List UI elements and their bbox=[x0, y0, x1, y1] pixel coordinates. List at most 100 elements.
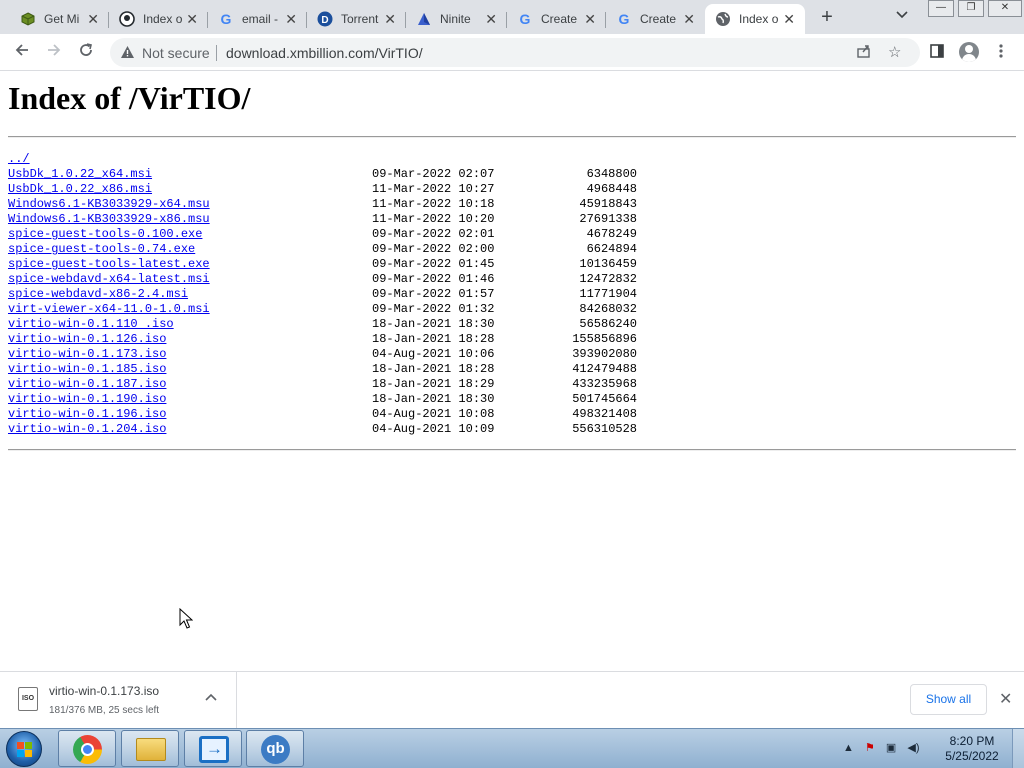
close-tab-icon[interactable]: ✕ bbox=[384, 11, 396, 27]
close-tab-icon[interactable]: ✕ bbox=[285, 11, 297, 27]
download-item[interactable]: ISO virtio-win-0.1.173.iso 181/376 MB, 2… bbox=[0, 672, 237, 728]
file-date: 09-Mar-2022 02:07 bbox=[372, 167, 495, 181]
google-icon: G bbox=[220, 11, 232, 27]
windows-logo-icon bbox=[17, 742, 33, 758]
svg-text:D: D bbox=[321, 15, 328, 26]
network-icon[interactable]: ▣ bbox=[886, 742, 896, 754]
close-tab-icon[interactable]: ✕ bbox=[87, 11, 99, 27]
file-date: 18-Jan-2021 18:29 bbox=[372, 377, 495, 391]
download-shelf: ISO virtio-win-0.1.173.iso 181/376 MB, 2… bbox=[0, 671, 1024, 728]
tab-5[interactable]: G Create ✕ bbox=[507, 4, 606, 34]
google-icon: G bbox=[618, 11, 630, 27]
file-link[interactable]: virtio-win-0.1.110 .iso bbox=[8, 317, 174, 332]
close-tab-icon[interactable]: ✕ bbox=[584, 11, 596, 27]
qbittorrent-icon: qb bbox=[261, 735, 290, 764]
close-tab-icon[interactable]: ✕ bbox=[485, 11, 497, 27]
remote-app-icon bbox=[199, 736, 229, 763]
new-tab-button[interactable]: + bbox=[816, 6, 838, 28]
bottom-divider bbox=[8, 449, 1016, 451]
tab-title: Create bbox=[640, 12, 677, 26]
file-link[interactable]: spice-webdavd-x64-latest.msi bbox=[8, 272, 210, 287]
page-title: Index of /VirTIO/ bbox=[8, 80, 251, 116]
file-link[interactable]: spice-guest-tools-0.100.exe bbox=[8, 227, 202, 242]
tab-search-chevron-icon[interactable] bbox=[896, 8, 908, 22]
tab-title: Create bbox=[541, 12, 578, 26]
tab-4[interactable]: Ninite ✕ bbox=[406, 4, 507, 34]
share-icon[interactable] bbox=[856, 43, 872, 63]
taskbar: qb ▲ ⚑ ▣ ◀) 8:20 PM 5/25/2022 bbox=[0, 728, 1024, 768]
file-link[interactable]: spice-guest-tools-0.74.exe bbox=[8, 242, 195, 257]
file-link[interactable]: virtio-win-0.1.196.iso bbox=[8, 407, 166, 422]
ninite-icon bbox=[416, 11, 432, 27]
file-size: 498321408 bbox=[572, 407, 637, 421]
show-desktop-button[interactable] bbox=[1012, 729, 1024, 768]
file-date: 09-Mar-2022 01:46 bbox=[372, 272, 495, 286]
show-all-button[interactable]: Show all bbox=[910, 684, 987, 715]
tab-1[interactable]: Index o ✕ bbox=[109, 4, 208, 34]
action-center-flag-icon[interactable]: ⚑ bbox=[865, 742, 875, 754]
tray-expand-icon[interactable]: ▲ bbox=[843, 742, 854, 754]
file-size: 412479488 bbox=[572, 362, 637, 376]
page-content: Index of /VirTIO/ ../ UsbDk_1.0.22_x64.m… bbox=[0, 72, 1024, 671]
reload-icon[interactable] bbox=[75, 42, 97, 64]
file-link[interactable]: virtio-win-0.1.190.iso bbox=[8, 392, 166, 407]
close-shelf-icon[interactable]: ✕ bbox=[999, 689, 1012, 709]
side-panel-icon[interactable] bbox=[929, 43, 945, 63]
close-tab-icon[interactable]: ✕ bbox=[186, 11, 198, 27]
bookmark-star-icon[interactable]: ☆ bbox=[888, 43, 901, 61]
warning-icon[interactable] bbox=[120, 45, 135, 62]
file-size: 433235968 bbox=[572, 377, 637, 391]
tab-7-active[interactable]: Index o ✕ bbox=[705, 4, 805, 34]
file-explorer-icon bbox=[136, 738, 166, 761]
file-date: 04-Aug-2021 10:08 bbox=[372, 407, 495, 421]
taskbar-app-explorer[interactable] bbox=[121, 730, 179, 767]
file-link[interactable]: UsbDk_1.0.22_x86.msi bbox=[8, 182, 152, 197]
tab-0[interactable]: Get Mi ✕ bbox=[10, 4, 109, 34]
file-link[interactable]: virtio-win-0.1.187.iso bbox=[8, 377, 166, 392]
parent-directory-link[interactable]: ../ bbox=[8, 152, 30, 167]
tab-title: Ninite bbox=[440, 12, 471, 26]
volume-icon[interactable]: ◀) bbox=[907, 742, 919, 754]
torrent-icon: D bbox=[317, 11, 333, 27]
taskbar-app-chrome[interactable] bbox=[58, 730, 116, 767]
tab-strip: Get Mi ✕ Index o ✕ G email - ✕ D Torrent… bbox=[0, 0, 1024, 34]
url-text[interactable]: download.xmbillion.com/VirTIO/ bbox=[226, 45, 423, 61]
restore-button[interactable]: ❐ bbox=[958, 0, 984, 17]
download-status: 181/376 MB, 25 secs left bbox=[49, 705, 160, 716]
close-window-button[interactable]: ✕ bbox=[988, 0, 1022, 17]
tab-2[interactable]: G email - ✕ bbox=[208, 4, 307, 34]
file-link[interactable]: UsbDk_1.0.22_x64.msi bbox=[8, 167, 152, 182]
file-date: 18-Jan-2021 18:30 bbox=[372, 392, 495, 406]
file-link[interactable]: Windows6.1-KB3033929-x86.msu bbox=[8, 212, 210, 227]
file-size: 4968448 bbox=[586, 182, 637, 196]
file-size: 393902080 bbox=[572, 347, 637, 361]
file-size: 45918843 bbox=[579, 197, 637, 211]
clock[interactable]: 8:20 PM 5/25/2022 bbox=[940, 734, 1004, 764]
forward-arrow-icon[interactable] bbox=[43, 42, 65, 64]
tab-3[interactable]: D Torrent ✕ bbox=[307, 4, 406, 34]
file-link[interactable]: spice-guest-tools-latest.exe bbox=[8, 257, 210, 272]
file-link[interactable]: virtio-win-0.1.126.iso bbox=[8, 332, 166, 347]
close-tab-icon[interactable]: ✕ bbox=[783, 11, 795, 27]
profile-avatar-icon[interactable] bbox=[959, 42, 979, 62]
file-link[interactable]: Windows6.1-KB3033929-x64.msu bbox=[8, 197, 210, 212]
file-link[interactable]: virtio-win-0.1.185.iso bbox=[8, 362, 166, 377]
taskbar-app-remote[interactable] bbox=[184, 730, 242, 767]
minimize-button[interactable]: — bbox=[928, 0, 954, 17]
address-bar[interactable]: Not secure download.xmbillion.com/VirTIO… bbox=[110, 38, 920, 67]
tab-6[interactable]: G Create ✕ bbox=[606, 4, 705, 34]
file-link[interactable]: virtio-win-0.1.173.iso bbox=[8, 347, 166, 362]
start-button[interactable] bbox=[6, 731, 42, 767]
file-date: 04-Aug-2021 10:06 bbox=[372, 347, 495, 361]
file-date: 18-Jan-2021 18:28 bbox=[372, 332, 495, 346]
security-label[interactable]: Not secure bbox=[142, 45, 210, 61]
more-menu-icon[interactable] bbox=[998, 43, 1004, 63]
close-tab-icon[interactable]: ✕ bbox=[683, 11, 695, 27]
file-size: 11771904 bbox=[579, 287, 637, 301]
taskbar-app-qbittorrent[interactable]: qb bbox=[246, 730, 304, 767]
back-arrow-icon[interactable] bbox=[11, 42, 33, 64]
file-link[interactable]: virt-viewer-x64-11.0-1.0.msi bbox=[8, 302, 210, 317]
file-link[interactable]: virtio-win-0.1.204.iso bbox=[8, 422, 166, 437]
chevron-up-icon[interactable] bbox=[205, 690, 217, 704]
file-link[interactable]: spice-webdavd-x86-2.4.msi bbox=[8, 287, 188, 302]
